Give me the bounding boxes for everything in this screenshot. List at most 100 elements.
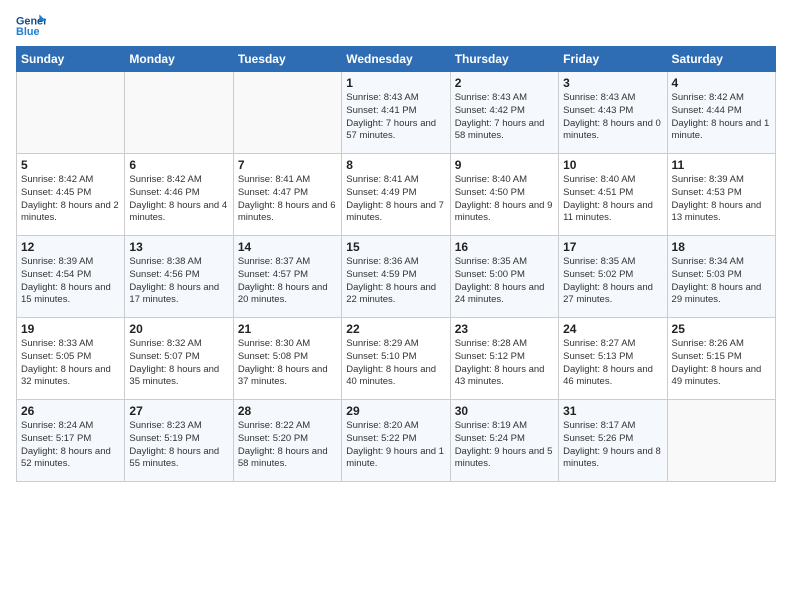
cell-details: Sunrise: 8:29 AM Sunset: 5:10 PM Dayligh… xyxy=(346,338,445,389)
cell-details: Sunrise: 8:17 AM Sunset: 5:26 PM Dayligh… xyxy=(563,420,662,471)
day-number: 27 xyxy=(129,404,228,418)
day-number: 18 xyxy=(672,240,771,254)
calendar-cell xyxy=(17,72,125,154)
week-row-5: 26 Sunrise: 8:24 AM Sunset: 5:17 PM Dayli… xyxy=(17,400,776,482)
weekday-monday: Monday xyxy=(125,47,233,72)
weekday-tuesday: Tuesday xyxy=(233,47,341,72)
cell-details: Sunrise: 8:40 AM Sunset: 4:50 PM Dayligh… xyxy=(455,174,554,225)
logo-icon: General Blue xyxy=(16,12,46,40)
day-number: 15 xyxy=(346,240,445,254)
weekday-sunday: Sunday xyxy=(17,47,125,72)
weekday-header-row: SundayMondayTuesdayWednesdayThursdayFrid… xyxy=(17,47,776,72)
day-number: 11 xyxy=(672,158,771,172)
calendar-cell: 25Sunrise: 8:26 AM Sunset: 5:15 PM Dayli… xyxy=(667,318,775,400)
cell-details: Sunrise: 8:34 AM Sunset: 5:03 PM Dayligh… xyxy=(672,256,771,307)
day-number: 17 xyxy=(563,240,662,254)
calendar-cell: 7 Sunrise: 8:41 AM Sunset: 4:47 PM Daylig… xyxy=(233,154,341,236)
cell-details: Sunrise: 8:37 AM Sunset: 4:57 PM Dayligh… xyxy=(238,256,337,307)
calendar-cell: 5Sunrise: 8:42 AM Sunset: 4:45 PM Daylig… xyxy=(17,154,125,236)
day-number: 10 xyxy=(563,158,662,172)
cell-details: Sunrise: 8:40 AM Sunset: 4:51 PM Dayligh… xyxy=(563,174,662,225)
calendar-cell: 3Sunrise: 8:43 AM Sunset: 4:43 PM Daylig… xyxy=(559,72,667,154)
calendar-cell xyxy=(125,72,233,154)
day-number: 16 xyxy=(455,240,554,254)
cell-details: Sunrise: 8:32 AM Sunset: 5:07 PM Dayligh… xyxy=(129,338,228,389)
cell-details: Sunrise: 8:43 AM Sunset: 4:43 PM Dayligh… xyxy=(563,92,662,143)
day-number: 6 xyxy=(129,158,228,172)
calendar-cell: 30 Sunrise: 8:19 AM Sunset: 5:24 PM Dayli… xyxy=(450,400,558,482)
day-number: 23 xyxy=(455,322,554,336)
cell-details: Sunrise: 8:20 AM Sunset: 5:22 PM Dayligh… xyxy=(346,420,445,471)
cell-details: Sunrise: 8:35 AM Sunset: 5:02 PM Dayligh… xyxy=(563,256,662,307)
calendar-cell: 24Sunrise: 8:27 AM Sunset: 5:13 PM Dayli… xyxy=(559,318,667,400)
calendar-cell: 6 Sunrise: 8:42 AM Sunset: 4:46 PM Daylig… xyxy=(125,154,233,236)
calendar-cell: 17 Sunrise: 8:35 AM Sunset: 5:02 PM Dayli… xyxy=(559,236,667,318)
calendar-cell: 28 Sunrise: 8:22 AM Sunset: 5:20 PM Dayli… xyxy=(233,400,341,482)
svg-text:Blue: Blue xyxy=(16,26,39,38)
day-number: 4 xyxy=(672,76,771,90)
cell-details: Sunrise: 8:43 AM Sunset: 4:42 PM Dayligh… xyxy=(455,92,554,143)
cell-details: Sunrise: 8:36 AM Sunset: 4:59 PM Dayligh… xyxy=(346,256,445,307)
week-row-3: 12 Sunrise: 8:39 AM Sunset: 4:54 PM Dayli… xyxy=(17,236,776,318)
header: General Blue xyxy=(16,12,776,40)
calendar-cell: 12 Sunrise: 8:39 AM Sunset: 4:54 PM Dayli… xyxy=(17,236,125,318)
day-number: 20 xyxy=(129,322,228,336)
day-number: 7 xyxy=(238,158,337,172)
day-number: 9 xyxy=(455,158,554,172)
day-number: 14 xyxy=(238,240,337,254)
cell-details: Sunrise: 8:33 AM Sunset: 5:05 PM Dayligh… xyxy=(21,338,120,389)
cell-details: Sunrise: 8:26 AM Sunset: 5:15 PM Dayligh… xyxy=(672,338,771,389)
calendar-cell: 1 Sunrise: 8:43 AM Sunset: 4:41 PM Daylig… xyxy=(342,72,450,154)
weekday-thursday: Thursday xyxy=(450,47,558,72)
cell-details: Sunrise: 8:39 AM Sunset: 4:53 PM Dayligh… xyxy=(672,174,771,225)
cell-details: Sunrise: 8:30 AM Sunset: 5:08 PM Dayligh… xyxy=(238,338,337,389)
calendar-cell: 11 Sunrise: 8:39 AM Sunset: 4:53 PM Dayli… xyxy=(667,154,775,236)
calendar-cell: 15 Sunrise: 8:36 AM Sunset: 4:59 PM Dayli… xyxy=(342,236,450,318)
day-number: 30 xyxy=(455,404,554,418)
calendar-cell: 14 Sunrise: 8:37 AM Sunset: 4:57 PM Dayli… xyxy=(233,236,341,318)
day-number: 26 xyxy=(21,404,120,418)
calendar-cell: 16 Sunrise: 8:35 AM Sunset: 5:00 PM Dayli… xyxy=(450,236,558,318)
calendar-cell: 20 Sunrise: 8:32 AM Sunset: 5:07 PM Dayli… xyxy=(125,318,233,400)
calendar-cell: 4 Sunrise: 8:42 AM Sunset: 4:44 PM Daylig… xyxy=(667,72,775,154)
cell-details: Sunrise: 8:41 AM Sunset: 4:49 PM Dayligh… xyxy=(346,174,445,225)
day-number: 19 xyxy=(21,322,120,336)
calendar-cell: 27 Sunrise: 8:23 AM Sunset: 5:19 PM Dayli… xyxy=(125,400,233,482)
calendar-cell: 23 Sunrise: 8:28 AM Sunset: 5:12 PM Dayli… xyxy=(450,318,558,400)
cell-details: Sunrise: 8:42 AM Sunset: 4:46 PM Dayligh… xyxy=(129,174,228,225)
weekday-wednesday: Wednesday xyxy=(342,47,450,72)
cell-details: Sunrise: 8:22 AM Sunset: 5:20 PM Dayligh… xyxy=(238,420,337,471)
logo: General Blue xyxy=(16,12,46,40)
weekday-friday: Friday xyxy=(559,47,667,72)
week-row-4: 19 Sunrise: 8:33 AM Sunset: 5:05 PM Dayli… xyxy=(17,318,776,400)
day-number: 8 xyxy=(346,158,445,172)
calendar-cell: 9 Sunrise: 8:40 AM Sunset: 4:50 PM Daylig… xyxy=(450,154,558,236)
day-number: 28 xyxy=(238,404,337,418)
weekday-saturday: Saturday xyxy=(667,47,775,72)
page: General Blue SundayMondayTuesdayWednesda… xyxy=(0,0,792,490)
cell-details: Sunrise: 8:19 AM Sunset: 5:24 PM Dayligh… xyxy=(455,420,554,471)
cell-details: Sunrise: 8:23 AM Sunset: 5:19 PM Dayligh… xyxy=(129,420,228,471)
day-number: 22 xyxy=(346,322,445,336)
week-row-1: 1 Sunrise: 8:43 AM Sunset: 4:41 PM Daylig… xyxy=(17,72,776,154)
calendar: SundayMondayTuesdayWednesdayThursdayFrid… xyxy=(16,46,776,482)
cell-details: Sunrise: 8:35 AM Sunset: 5:00 PM Dayligh… xyxy=(455,256,554,307)
calendar-cell: 10 Sunrise: 8:40 AM Sunset: 4:51 PM Dayli… xyxy=(559,154,667,236)
day-number: 29 xyxy=(346,404,445,418)
calendar-cell: 18 Sunrise: 8:34 AM Sunset: 5:03 PM Dayli… xyxy=(667,236,775,318)
day-number: 5 xyxy=(21,158,120,172)
day-number: 1 xyxy=(346,76,445,90)
day-number: 12 xyxy=(21,240,120,254)
cell-details: Sunrise: 8:43 AM Sunset: 4:41 PM Dayligh… xyxy=(346,92,445,143)
cell-details: Sunrise: 8:39 AM Sunset: 4:54 PM Dayligh… xyxy=(21,256,120,307)
calendar-cell: 26 Sunrise: 8:24 AM Sunset: 5:17 PM Dayli… xyxy=(17,400,125,482)
day-number: 31 xyxy=(563,404,662,418)
cell-details: Sunrise: 8:41 AM Sunset: 4:47 PM Dayligh… xyxy=(238,174,337,225)
calendar-cell: 8 Sunrise: 8:41 AM Sunset: 4:49 PM Daylig… xyxy=(342,154,450,236)
cell-details: Sunrise: 8:24 AM Sunset: 5:17 PM Dayligh… xyxy=(21,420,120,471)
calendar-cell: 19 Sunrise: 8:33 AM Sunset: 5:05 PM Dayli… xyxy=(17,318,125,400)
cell-details: Sunrise: 8:42 AM Sunset: 4:44 PM Dayligh… xyxy=(672,92,771,143)
week-row-2: 5Sunrise: 8:42 AM Sunset: 4:45 PM Daylig… xyxy=(17,154,776,236)
calendar-cell xyxy=(667,400,775,482)
cell-details: Sunrise: 8:28 AM Sunset: 5:12 PM Dayligh… xyxy=(455,338,554,389)
